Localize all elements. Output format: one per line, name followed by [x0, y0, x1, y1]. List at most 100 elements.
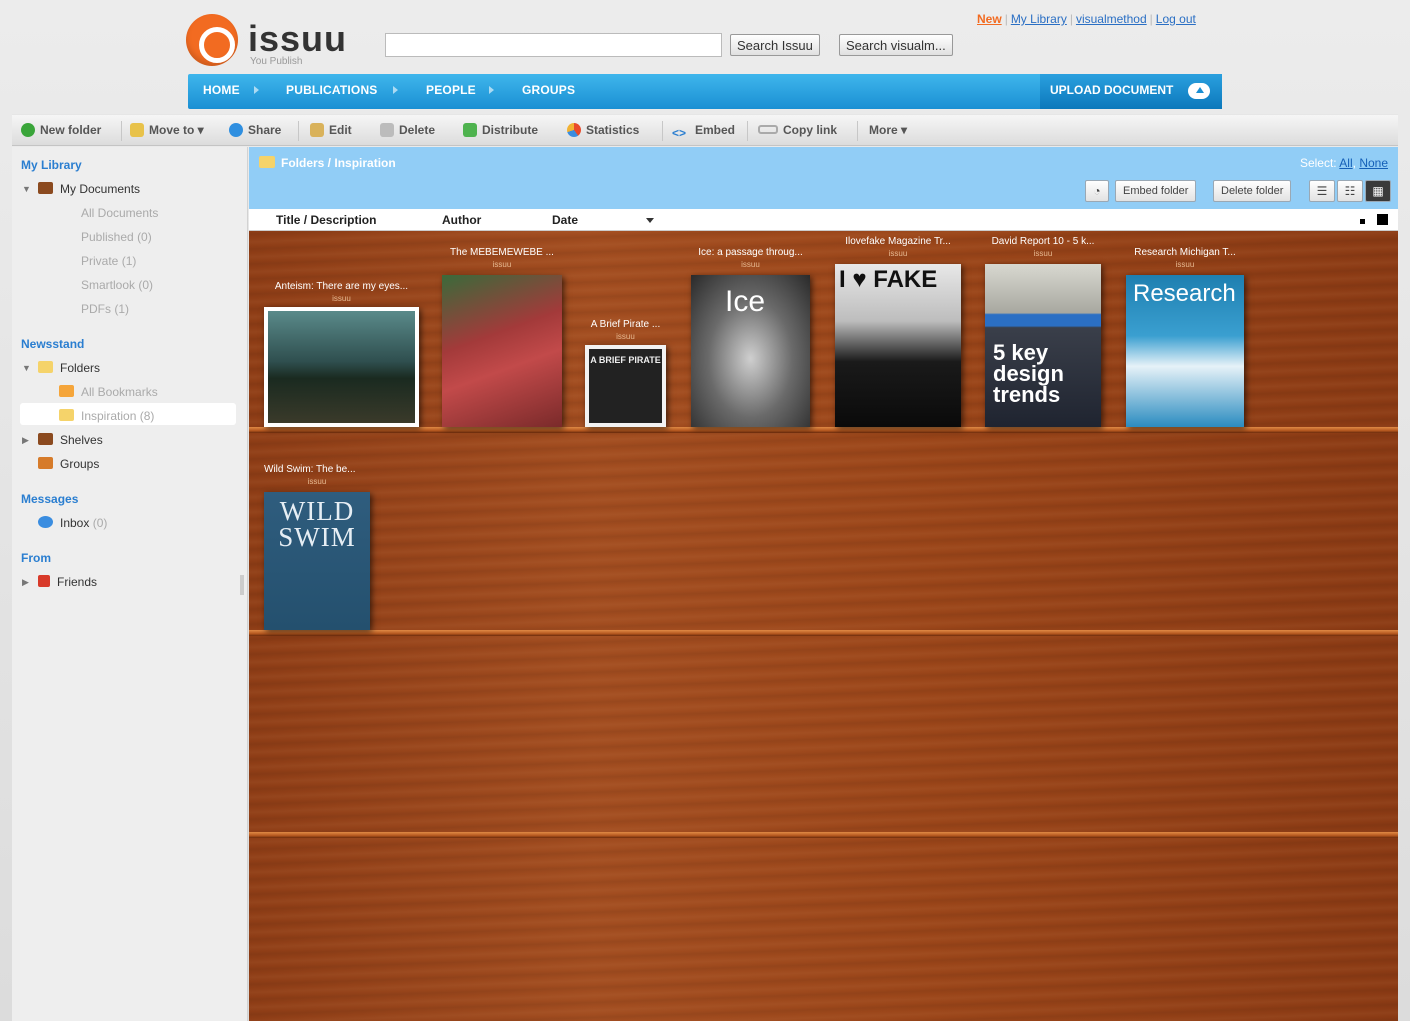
brand-tagline: You Publish — [250, 56, 303, 67]
section-newsstand[interactable]: Newsstand — [21, 337, 84, 351]
publication-title: Ice: a passage throug... — [698, 247, 803, 258]
folder-header: Folders / Inspiration Select: All, None … — [249, 147, 1398, 209]
publication-item[interactable]: Wild Swim: The be... issuu WILD SWIM — [264, 464, 370, 630]
new-link[interactable]: New — [977, 12, 1002, 26]
edit-button[interactable]: Edit — [310, 123, 352, 137]
shelf-plank — [249, 427, 1398, 433]
publication-cover[interactable]: Research — [1126, 275, 1244, 427]
sidebar-item-shelves[interactable]: Shelves — [38, 433, 103, 447]
sidebar-item-friends[interactable]: Friends — [38, 575, 97, 589]
search-issuu-button[interactable]: Search Issuu — [730, 34, 820, 56]
column-date[interactable]: Date — [552, 213, 578, 227]
new-folder-button[interactable]: New folder — [21, 123, 101, 137]
expand-triangle-icon[interactable]: ▼ — [22, 363, 31, 373]
my-library-link[interactable]: My Library — [1011, 12, 1067, 26]
bookmark-icon — [59, 385, 74, 397]
friends-label: Friends — [57, 575, 98, 589]
expand-triangle-icon[interactable]: ▼ — [22, 184, 31, 194]
folders-label: Folders — [60, 361, 101, 375]
all-bookmarks-label: All Bookmarks — [81, 385, 158, 399]
publication-title: Anteism: There are my eyes... — [274, 281, 409, 292]
trash-icon — [380, 123, 394, 137]
publication-cover[interactable]: A BRIEF PIRATE — [585, 345, 666, 427]
main-nav: HOME PUBLICATIONS PEOPLE GROUPS UPLOAD D… — [188, 74, 1222, 109]
detail-view-icon[interactable]: ☷ — [1337, 180, 1363, 202]
column-title[interactable]: Title / Description — [276, 213, 376, 227]
upload-document-button[interactable]: UPLOAD DOCUMENT — [1040, 74, 1222, 109]
publication-cover[interactable]: I ♥ FAKE — [835, 264, 961, 427]
publication-cover[interactable]: WILD SWIM — [264, 492, 370, 630]
select-all-link[interactable]: All — [1339, 156, 1352, 170]
link-chain-icon — [758, 125, 778, 134]
section-from[interactable]: From — [21, 551, 51, 565]
sidebar-item-inbox[interactable]: Inbox (0) — [38, 516, 107, 530]
private-label: Private — [81, 254, 119, 268]
column-header-row: Title / Description Author Date — [249, 209, 1398, 231]
nav-publications[interactable]: PUBLICATIONS — [286, 83, 378, 97]
delete-folder-button[interactable]: Delete folder — [1213, 180, 1292, 202]
nav-home[interactable]: HOME — [203, 83, 240, 97]
section-my-library[interactable]: My Library — [21, 158, 82, 172]
publication-item[interactable]: Anteism: There are my eyes... issuu — [264, 281, 419, 427]
share-button[interactable]: Share — [229, 123, 281, 137]
sidebar-item-smartlook[interactable]: Smartlook (0) — [81, 278, 153, 292]
sidebar-item-published[interactable]: Published (0) — [81, 230, 152, 244]
publication-item[interactable]: The MEBEMEWEBE ... issuu — [442, 247, 562, 427]
publication-item[interactable]: Ilovefake Magazine Tr... issuu I ♥ FAKE — [835, 236, 961, 427]
rss-button[interactable]: ◔ — [1085, 180, 1109, 202]
select-none-link[interactable]: None — [1359, 156, 1388, 170]
section-messages[interactable]: Messages — [21, 492, 78, 506]
publication-item[interactable]: Ice: a passage throug... issuu Ice — [691, 247, 810, 427]
username-link[interactable]: visualmethod — [1076, 12, 1147, 26]
sidebar-resize-handle[interactable] — [240, 575, 244, 595]
small-size-icon[interactable] — [1360, 219, 1365, 224]
publication-item[interactable]: Research Michigan T... issuu Research — [1126, 247, 1244, 427]
sidebar-item-inspiration[interactable]: Inspiration (8) — [59, 409, 154, 423]
more-button[interactable]: More ▾ — [869, 123, 907, 137]
sidebar-item-groups[interactable]: Groups — [38, 457, 99, 471]
breadcrumb-folders[interactable]: Folders — [281, 156, 324, 170]
sidebar-item-all-documents[interactable]: All Documents — [81, 206, 158, 220]
embed-folder-button[interactable]: Embed folder — [1115, 180, 1197, 202]
folder-icon — [259, 156, 275, 168]
sidebar-item-private[interactable]: Private (1) — [81, 254, 136, 268]
copy-link-button[interactable]: Copy link — [758, 123, 837, 137]
search-user-button[interactable]: Search visualm... — [839, 34, 953, 56]
cover-text: Research — [1133, 280, 1236, 307]
cover-image — [268, 311, 415, 423]
logout-link[interactable]: Log out — [1156, 12, 1196, 26]
cover-text: Ice — [725, 285, 766, 318]
nav-groups[interactable]: GROUPS — [522, 83, 575, 97]
delete-button[interactable]: Delete — [380, 123, 435, 137]
column-author[interactable]: Author — [442, 213, 481, 227]
inspiration-label: Inspiration — [81, 409, 137, 423]
sidebar-item-all-bookmarks[interactable]: All Bookmarks — [59, 385, 158, 399]
brand-name: issuu — [248, 18, 348, 59]
sidebar-item-my-documents[interactable]: My Documents — [38, 182, 140, 196]
search-input[interactable] — [385, 33, 722, 57]
large-size-icon[interactable] — [1377, 214, 1388, 225]
issuu-logo[interactable]: issuu You Publish — [186, 14, 366, 70]
friends-icon — [38, 575, 50, 587]
move-folder-icon — [130, 123, 144, 137]
publication-cover[interactable] — [264, 307, 419, 427]
sort-dropdown-icon[interactable] — [646, 218, 654, 223]
embed-button[interactable]: <> Embed — [672, 123, 735, 140]
shelf-view-icon[interactable]: ▦ — [1365, 180, 1391, 202]
collapse-triangle-icon[interactable]: ▶ — [22, 435, 29, 446]
list-view-icon[interactable]: ☰ — [1309, 180, 1335, 202]
sidebar-item-pdfs[interactable]: PDFs (1) — [81, 302, 129, 316]
publication-cover[interactable]: 5 key design trends — [985, 264, 1101, 427]
distribute-button[interactable]: Distribute — [463, 123, 538, 137]
publication-item[interactable]: David Report 10 - 5 k... issuu 5 key des… — [985, 236, 1101, 427]
distribute-label: Distribute — [482, 123, 539, 137]
publication-cover[interactable] — [442, 275, 562, 427]
statistics-button[interactable]: Statistics — [567, 123, 639, 137]
publication-item[interactable]: A Brief Pirate ... issuu A BRIEF PIRATE — [585, 319, 666, 427]
collapse-triangle-icon[interactable]: ▶ — [22, 577, 29, 588]
publication-cover[interactable]: Ice — [691, 275, 810, 427]
move-to-button[interactable]: Move to ▾ — [130, 123, 204, 137]
publication-title: Research Michigan T... — [1134, 247, 1236, 258]
sidebar-item-folders[interactable]: Folders — [38, 361, 100, 375]
nav-people[interactable]: PEOPLE — [426, 83, 476, 97]
